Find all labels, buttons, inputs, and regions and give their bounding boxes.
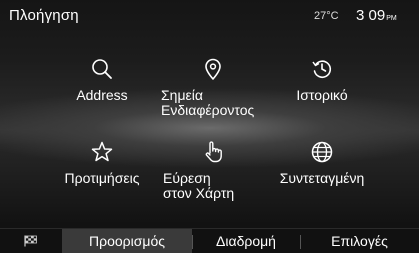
navigation-screen: Πλοήγηση 27°C 3 09PM Address Σημεία Ενδι… [0, 0, 419, 253]
tab-flag[interactable] [0, 229, 62, 253]
temperature-readout: 27°C [314, 10, 339, 22]
menu-item-label: Address [76, 87, 128, 103]
menu-item-label: Προτιμήσεις [64, 170, 140, 186]
menu-item-history[interactable]: Ιστορικό [262, 57, 382, 103]
menu-item-address[interactable]: Address [42, 57, 162, 103]
search-icon [92, 59, 112, 79]
header-bar: Πλοήγηση 27°C 3 09PM [0, 0, 419, 32]
menu-item-label: Εύρεση στον Χάρτη [163, 170, 235, 201]
globe-icon [311, 141, 333, 163]
checkered-flag-icon [24, 235, 37, 247]
history-icon [312, 60, 332, 78]
tab-options[interactable]: Επιλογές [300, 229, 419, 253]
menu-item-label: Ιστορικό [296, 87, 348, 103]
page-title: Πλοήγηση [9, 7, 79, 24]
hand-pointer-icon [205, 141, 222, 163]
menu-item-poi[interactable]: Σημεία Ενδιαφέροντος [153, 57, 273, 118]
clock-ampm: PM [386, 15, 397, 22]
tab-route[interactable]: Διαδρομή [192, 229, 300, 253]
menu-item-coordinates[interactable]: Συντεταγμένη [262, 140, 382, 186]
menu-item-favorites[interactable]: Προτιμήσεις [42, 140, 162, 186]
tab-destination[interactable]: Προορισμός [62, 229, 192, 253]
menu-item-label: Συντεταγμένη [279, 170, 365, 186]
menu-item-find-on-map[interactable]: Εύρεση στον Χάρτη [153, 140, 273, 201]
menu-item-label: Σημεία Ενδιαφέροντος [161, 87, 255, 118]
bottom-tab-bar: Προορισμός Διαδρομή Επιλογές [0, 228, 419, 253]
clock-time: 3 09 [356, 7, 386, 24]
star-icon [91, 141, 113, 162]
map-pin-icon [205, 58, 221, 80]
clock: 3 09PM [356, 7, 397, 24]
